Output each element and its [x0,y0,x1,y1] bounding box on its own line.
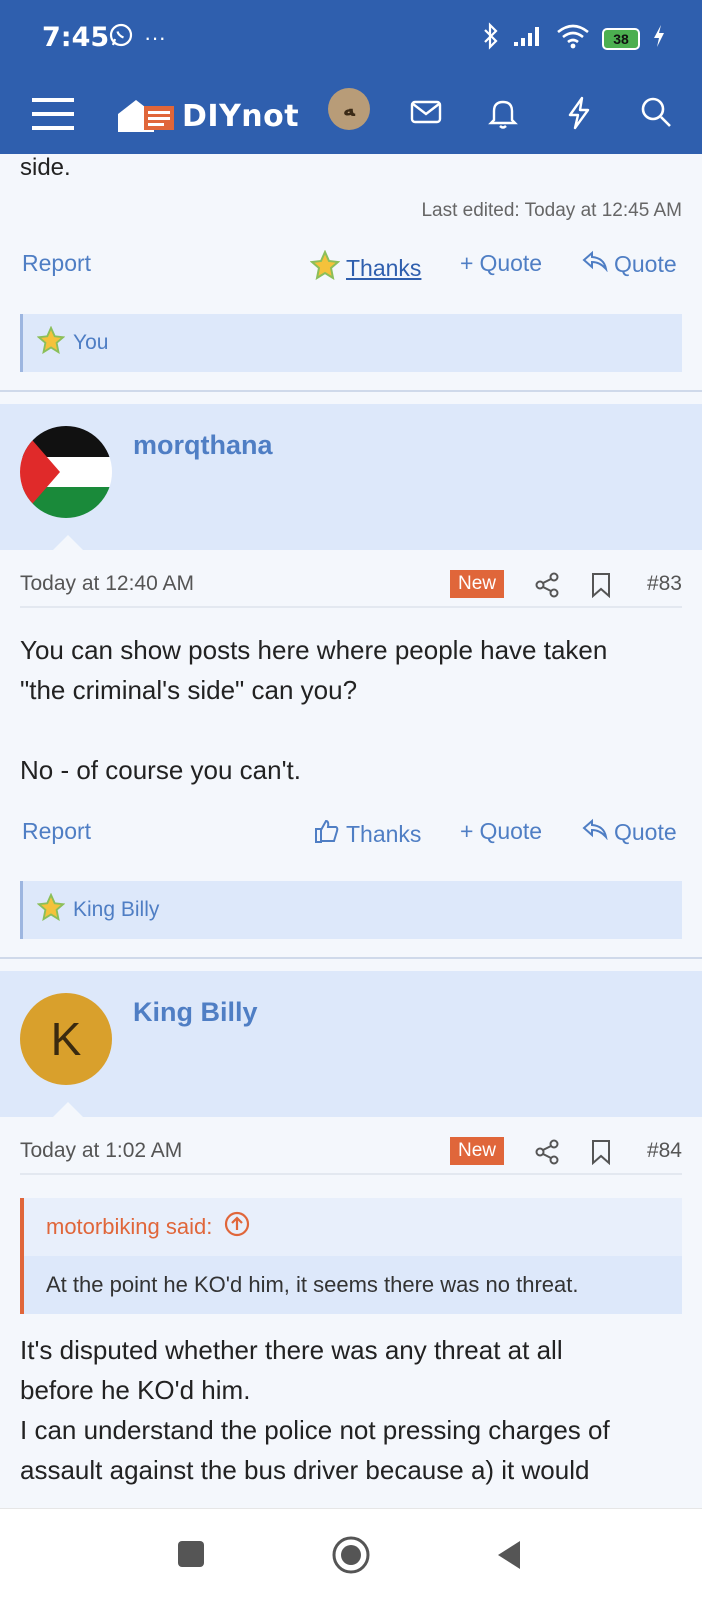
site-logo[interactable]: DIYnot [116,92,299,141]
search-icon[interactable] [640,96,672,133]
reply-arrow-icon [582,818,608,846]
bluetooth-icon [482,22,500,55]
menu-icon[interactable] [32,94,74,139]
logo-text: DIYnot [182,99,300,134]
quote-attribution[interactable]: motorbiking said: [24,1198,682,1256]
username[interactable]: morqthana [133,430,273,461]
house-logo-icon [116,92,176,141]
thumbs-up-icon [314,818,340,850]
new-badge: New [450,1137,505,1165]
multi-quote-button[interactable]: + Quote [460,818,542,845]
reaction-user: King Billy [73,898,160,921]
jump-to-quote-icon[interactable] [224,1211,250,1243]
status-time: 7:45 [42,22,110,53]
post-date[interactable]: Today at 12:40 AM [20,572,194,596]
thanks-button[interactable]: Thanks [314,818,421,850]
reply-arrow-icon [582,250,608,278]
prev-post-actions: Report Thanks + Quote Quote [0,249,702,286]
post-author-block: K King Billy [0,971,702,1118]
username[interactable]: King Billy [133,997,258,1028]
reaction-user: You [73,331,109,354]
battery-indicator: 38 [602,27,640,50]
charging-icon [652,24,666,53]
plus-icon: + [460,818,474,844]
recents-button[interactable] [176,1539,206,1574]
post-body: You can show posts here where people hav… [20,635,608,785]
inbox-icon[interactable] [410,96,442,131]
thread-content: side. Last edited: Today at 12:45 AM Rep… [0,154,702,1508]
whatsapp-icon [108,22,134,53]
star-medal-icon [36,892,66,927]
status-bar: 7:45 ··· 38 [0,0,702,78]
quote-author: motorbiking said: [46,1214,213,1239]
more-notifications-icon: ··· [144,24,166,50]
user-avatar-glyph: ﻪ [342,98,356,121]
user-avatar[interactable]: ﻪ [328,88,370,130]
signal-icon [512,24,544,53]
reaction-summary[interactable]: You [20,314,682,372]
avatar-letter: K [50,1013,82,1065]
post-header: Today at 1:02 AM New #84 [20,1135,682,1175]
quote-block: motorbiking said: At the point he KO'd h… [20,1198,682,1314]
post-divider [0,957,702,959]
post-date[interactable]: Today at 1:02 AM [20,1139,182,1163]
share-icon[interactable] [534,572,560,603]
back-button[interactable] [494,1539,524,1576]
plus-icon: + [460,250,474,276]
letter-avatar[interactable]: K [20,993,112,1085]
bookmark-icon[interactable] [590,572,612,603]
wifi-icon [556,23,590,54]
new-badge: New [450,570,505,598]
star-medal-icon [36,325,66,360]
share-icon[interactable] [534,1139,560,1170]
star-medal-icon [309,249,341,286]
lightning-icon[interactable] [566,96,592,135]
bell-icon[interactable] [488,96,518,135]
quote-button[interactable]: Quote [582,818,677,846]
post-number[interactable]: #84 [647,1139,682,1163]
author-pointer [52,535,84,551]
post-header: Today at 12:40 AM New #83 [20,568,682,608]
post-actions: Report Thanks + Quote Quote [0,818,702,854]
prev-post-text: side. [20,154,71,181]
report-link[interactable]: Report [22,250,91,277]
post-body: It's disputed whether there was any thre… [20,1335,610,1485]
quote-text: At the point he KO'd him, it seems there… [46,1272,579,1297]
palestine-flag-avatar[interactable] [20,426,112,518]
home-button[interactable] [331,1535,371,1580]
reaction-summary[interactable]: King Billy [20,881,682,939]
system-nav-bar [0,1508,702,1600]
post-divider [0,390,702,392]
multi-quote-button[interactable]: + Quote [460,250,542,277]
bookmark-icon[interactable] [590,1139,612,1170]
author-pointer [52,1102,84,1118]
report-link[interactable]: Report [22,818,91,845]
quote-button[interactable]: Quote [582,250,677,278]
thanks-button[interactable]: Thanks [309,249,421,286]
last-edited: Last edited: Today at 12:45 AM [421,200,682,221]
app-bar: DIYnot ﻪ [0,78,702,154]
post-author-block: morqthana [0,404,702,551]
post-number[interactable]: #83 [647,572,682,596]
